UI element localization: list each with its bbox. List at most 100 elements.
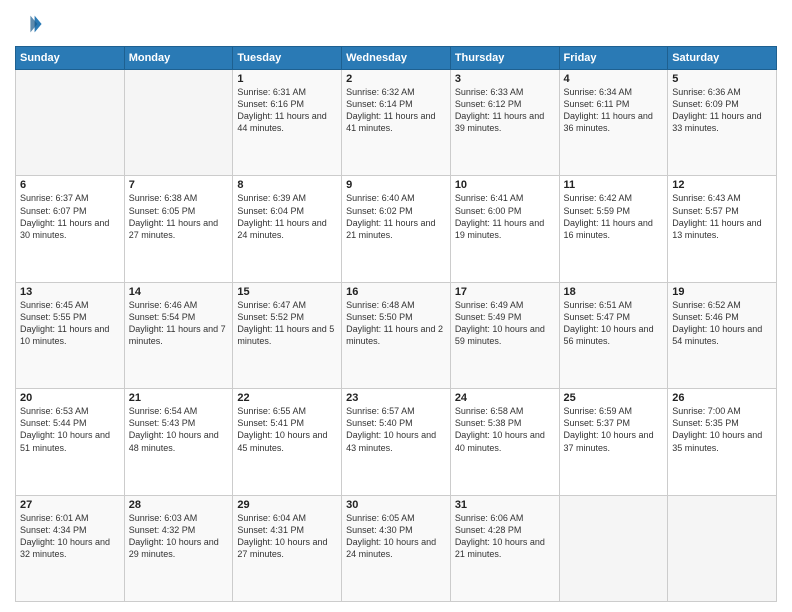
day-number: 5 bbox=[672, 73, 772, 85]
weekday-monday: Monday bbox=[124, 47, 233, 70]
day-number: 28 bbox=[129, 499, 229, 511]
cell-info: Sunrise: 6:38 AMSunset: 6:05 PMDaylight:… bbox=[129, 192, 229, 241]
cell-info: Sunrise: 6:36 AMSunset: 6:09 PMDaylight:… bbox=[672, 86, 772, 135]
logo-icon bbox=[15, 10, 43, 38]
weekday-friday: Friday bbox=[559, 47, 668, 70]
cell-info: Sunrise: 6:48 AMSunset: 5:50 PMDaylight:… bbox=[346, 299, 446, 348]
cell-info: Sunrise: 6:43 AMSunset: 5:57 PMDaylight:… bbox=[672, 192, 772, 241]
weekday-header-row: SundayMondayTuesdayWednesdayThursdayFrid… bbox=[16, 47, 777, 70]
cell-info: Sunrise: 6:46 AMSunset: 5:54 PMDaylight:… bbox=[129, 299, 229, 348]
day-number: 6 bbox=[20, 179, 120, 191]
cell-info: Sunrise: 6:49 AMSunset: 5:49 PMDaylight:… bbox=[455, 299, 555, 348]
day-number: 7 bbox=[129, 179, 229, 191]
weekday-thursday: Thursday bbox=[450, 47, 559, 70]
day-number: 24 bbox=[455, 392, 555, 404]
weekday-saturday: Saturday bbox=[668, 47, 777, 70]
calendar-cell: 27Sunrise: 6:01 AMSunset: 4:34 PMDayligh… bbox=[16, 495, 125, 601]
calendar-cell bbox=[16, 70, 125, 176]
day-number: 13 bbox=[20, 286, 120, 298]
calendar-cell: 13Sunrise: 6:45 AMSunset: 5:55 PMDayligh… bbox=[16, 282, 125, 388]
cell-info: Sunrise: 6:47 AMSunset: 5:52 PMDaylight:… bbox=[237, 299, 337, 348]
day-number: 10 bbox=[455, 179, 555, 191]
cell-info: Sunrise: 6:03 AMSunset: 4:32 PMDaylight:… bbox=[129, 512, 229, 561]
day-number: 27 bbox=[20, 499, 120, 511]
calendar-cell: 11Sunrise: 6:42 AMSunset: 5:59 PMDayligh… bbox=[559, 176, 668, 282]
day-number: 20 bbox=[20, 392, 120, 404]
calendar-cell: 26Sunrise: 7:00 AMSunset: 5:35 PMDayligh… bbox=[668, 389, 777, 495]
day-number: 1 bbox=[237, 73, 337, 85]
calendar-cell bbox=[124, 70, 233, 176]
day-number: 8 bbox=[237, 179, 337, 191]
calendar-cell: 7Sunrise: 6:38 AMSunset: 6:05 PMDaylight… bbox=[124, 176, 233, 282]
calendar-cell: 17Sunrise: 6:49 AMSunset: 5:49 PMDayligh… bbox=[450, 282, 559, 388]
day-number: 12 bbox=[672, 179, 772, 191]
calendar-cell: 23Sunrise: 6:57 AMSunset: 5:40 PMDayligh… bbox=[342, 389, 451, 495]
calendar-cell: 18Sunrise: 6:51 AMSunset: 5:47 PMDayligh… bbox=[559, 282, 668, 388]
cell-info: Sunrise: 6:58 AMSunset: 5:38 PMDaylight:… bbox=[455, 405, 555, 454]
weekday-wednesday: Wednesday bbox=[342, 47, 451, 70]
cell-info: Sunrise: 6:53 AMSunset: 5:44 PMDaylight:… bbox=[20, 405, 120, 454]
calendar-cell: 3Sunrise: 6:33 AMSunset: 6:12 PMDaylight… bbox=[450, 70, 559, 176]
day-number: 30 bbox=[346, 499, 446, 511]
day-number: 11 bbox=[564, 179, 664, 191]
calendar-cell: 6Sunrise: 6:37 AMSunset: 6:07 PMDaylight… bbox=[16, 176, 125, 282]
header bbox=[15, 10, 777, 38]
calendar-cell: 15Sunrise: 6:47 AMSunset: 5:52 PMDayligh… bbox=[233, 282, 342, 388]
day-number: 3 bbox=[455, 73, 555, 85]
calendar-cell: 31Sunrise: 6:06 AMSunset: 4:28 PMDayligh… bbox=[450, 495, 559, 601]
calendar-cell: 8Sunrise: 6:39 AMSunset: 6:04 PMDaylight… bbox=[233, 176, 342, 282]
calendar: SundayMondayTuesdayWednesdayThursdayFrid… bbox=[15, 46, 777, 602]
calendar-cell: 20Sunrise: 6:53 AMSunset: 5:44 PMDayligh… bbox=[16, 389, 125, 495]
calendar-cell: 21Sunrise: 6:54 AMSunset: 5:43 PMDayligh… bbox=[124, 389, 233, 495]
cell-info: Sunrise: 6:04 AMSunset: 4:31 PMDaylight:… bbox=[237, 512, 337, 561]
calendar-cell: 10Sunrise: 6:41 AMSunset: 6:00 PMDayligh… bbox=[450, 176, 559, 282]
cell-info: Sunrise: 6:01 AMSunset: 4:34 PMDaylight:… bbox=[20, 512, 120, 561]
calendar-cell: 2Sunrise: 6:32 AMSunset: 6:14 PMDaylight… bbox=[342, 70, 451, 176]
week-row-3: 13Sunrise: 6:45 AMSunset: 5:55 PMDayligh… bbox=[16, 282, 777, 388]
day-number: 23 bbox=[346, 392, 446, 404]
week-row-5: 27Sunrise: 6:01 AMSunset: 4:34 PMDayligh… bbox=[16, 495, 777, 601]
calendar-cell: 16Sunrise: 6:48 AMSunset: 5:50 PMDayligh… bbox=[342, 282, 451, 388]
day-number: 16 bbox=[346, 286, 446, 298]
day-number: 29 bbox=[237, 499, 337, 511]
weekday-tuesday: Tuesday bbox=[233, 47, 342, 70]
page: SundayMondayTuesdayWednesdayThursdayFrid… bbox=[0, 0, 792, 612]
cell-info: Sunrise: 6:52 AMSunset: 5:46 PMDaylight:… bbox=[672, 299, 772, 348]
calendar-cell bbox=[559, 495, 668, 601]
cell-info: Sunrise: 6:39 AMSunset: 6:04 PMDaylight:… bbox=[237, 192, 337, 241]
calendar-cell bbox=[668, 495, 777, 601]
cell-info: Sunrise: 6:37 AMSunset: 6:07 PMDaylight:… bbox=[20, 192, 120, 241]
day-number: 21 bbox=[129, 392, 229, 404]
cell-info: Sunrise: 6:54 AMSunset: 5:43 PMDaylight:… bbox=[129, 405, 229, 454]
week-row-1: 1Sunrise: 6:31 AMSunset: 6:16 PMDaylight… bbox=[16, 70, 777, 176]
cell-info: Sunrise: 6:34 AMSunset: 6:11 PMDaylight:… bbox=[564, 86, 664, 135]
cell-info: Sunrise: 6:40 AMSunset: 6:02 PMDaylight:… bbox=[346, 192, 446, 241]
cell-info: Sunrise: 6:05 AMSunset: 4:30 PMDaylight:… bbox=[346, 512, 446, 561]
day-number: 14 bbox=[129, 286, 229, 298]
cell-info: Sunrise: 6:33 AMSunset: 6:12 PMDaylight:… bbox=[455, 86, 555, 135]
day-number: 18 bbox=[564, 286, 664, 298]
calendar-cell: 22Sunrise: 6:55 AMSunset: 5:41 PMDayligh… bbox=[233, 389, 342, 495]
calendar-cell: 4Sunrise: 6:34 AMSunset: 6:11 PMDaylight… bbox=[559, 70, 668, 176]
cell-info: Sunrise: 6:06 AMSunset: 4:28 PMDaylight:… bbox=[455, 512, 555, 561]
day-number: 25 bbox=[564, 392, 664, 404]
calendar-cell: 29Sunrise: 6:04 AMSunset: 4:31 PMDayligh… bbox=[233, 495, 342, 601]
day-number: 17 bbox=[455, 286, 555, 298]
logo bbox=[15, 10, 47, 38]
day-number: 15 bbox=[237, 286, 337, 298]
day-number: 2 bbox=[346, 73, 446, 85]
calendar-cell: 19Sunrise: 6:52 AMSunset: 5:46 PMDayligh… bbox=[668, 282, 777, 388]
day-number: 4 bbox=[564, 73, 664, 85]
day-number: 26 bbox=[672, 392, 772, 404]
calendar-cell: 14Sunrise: 6:46 AMSunset: 5:54 PMDayligh… bbox=[124, 282, 233, 388]
calendar-cell: 9Sunrise: 6:40 AMSunset: 6:02 PMDaylight… bbox=[342, 176, 451, 282]
calendar-cell: 1Sunrise: 6:31 AMSunset: 6:16 PMDaylight… bbox=[233, 70, 342, 176]
calendar-cell: 25Sunrise: 6:59 AMSunset: 5:37 PMDayligh… bbox=[559, 389, 668, 495]
week-row-4: 20Sunrise: 6:53 AMSunset: 5:44 PMDayligh… bbox=[16, 389, 777, 495]
cell-info: Sunrise: 6:45 AMSunset: 5:55 PMDaylight:… bbox=[20, 299, 120, 348]
cell-info: Sunrise: 6:42 AMSunset: 5:59 PMDaylight:… bbox=[564, 192, 664, 241]
cell-info: Sunrise: 6:32 AMSunset: 6:14 PMDaylight:… bbox=[346, 86, 446, 135]
calendar-cell: 12Sunrise: 6:43 AMSunset: 5:57 PMDayligh… bbox=[668, 176, 777, 282]
calendar-cell: 24Sunrise: 6:58 AMSunset: 5:38 PMDayligh… bbox=[450, 389, 559, 495]
cell-info: Sunrise: 6:55 AMSunset: 5:41 PMDaylight:… bbox=[237, 405, 337, 454]
